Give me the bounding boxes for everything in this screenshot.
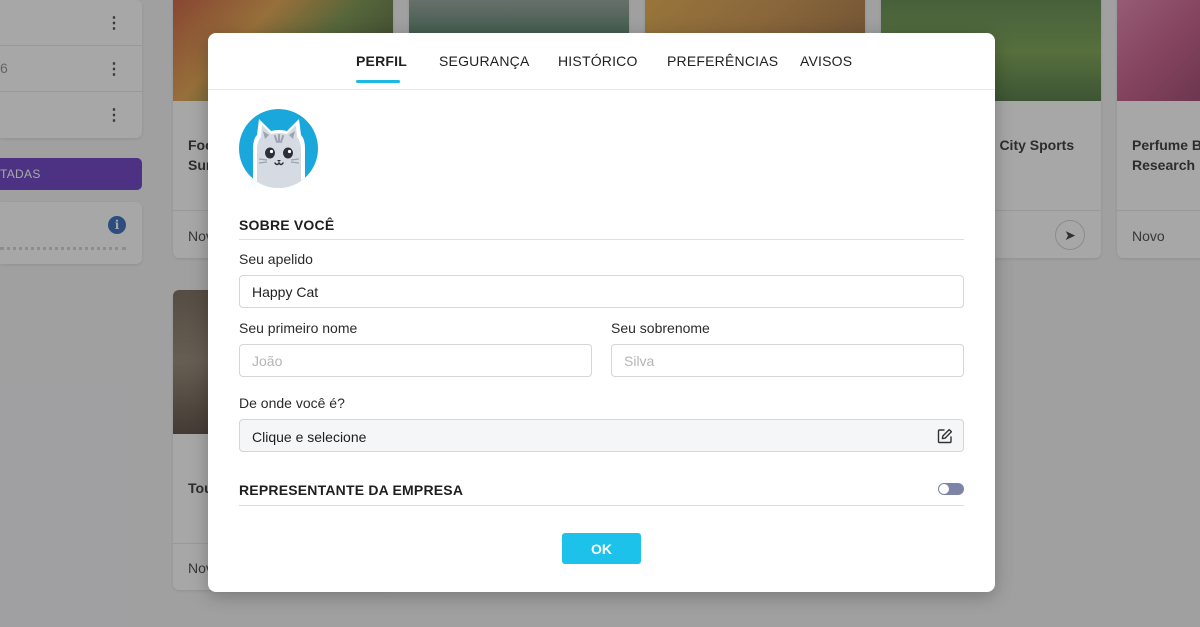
company-rep-title: REPRESENTANTE DA EMPRESA <box>239 482 464 498</box>
edit-icon[interactable] <box>937 428 953 444</box>
profile-modal: PERFIL SEGURANÇA HISTÓRICO PREFERÊNCIAS … <box>208 33 995 592</box>
modal-tabs: PERFIL SEGURANÇA HISTÓRICO PREFERÊNCIAS … <box>208 33 995 90</box>
nickname-label: Seu apelido <box>239 251 313 267</box>
first-name-input[interactable] <box>239 344 592 377</box>
origin-label: De onde você é? <box>239 395 345 411</box>
origin-select-value: Clique e selecione <box>252 429 367 445</box>
cat-avatar-icon[interactable] <box>239 109 318 188</box>
origin-select[interactable]: Clique e selecione <box>239 419 964 452</box>
active-tab-indicator <box>356 80 400 83</box>
company-rep-toggle[interactable] <box>938 483 964 495</box>
tab-seguranca[interactable]: SEGURANÇA <box>439 53 529 69</box>
tab-perfil[interactable]: PERFIL <box>356 53 407 69</box>
last-name-input[interactable] <box>611 344 964 377</box>
section-divider <box>239 239 964 240</box>
first-name-label: Seu primeiro nome <box>239 320 358 336</box>
ok-button[interactable]: OK <box>562 533 641 564</box>
section-divider <box>239 505 964 506</box>
last-name-label: Seu sobrenome <box>611 320 710 336</box>
tab-avisos[interactable]: AVISOS <box>800 53 852 69</box>
tab-preferencias[interactable]: PREFERÊNCIAS <box>667 53 778 69</box>
nickname-input[interactable] <box>239 275 964 308</box>
toggle-knob <box>939 484 949 494</box>
about-section-title: SOBRE VOCÊ <box>239 217 335 233</box>
tab-historico[interactable]: HISTÓRICO <box>558 53 638 69</box>
